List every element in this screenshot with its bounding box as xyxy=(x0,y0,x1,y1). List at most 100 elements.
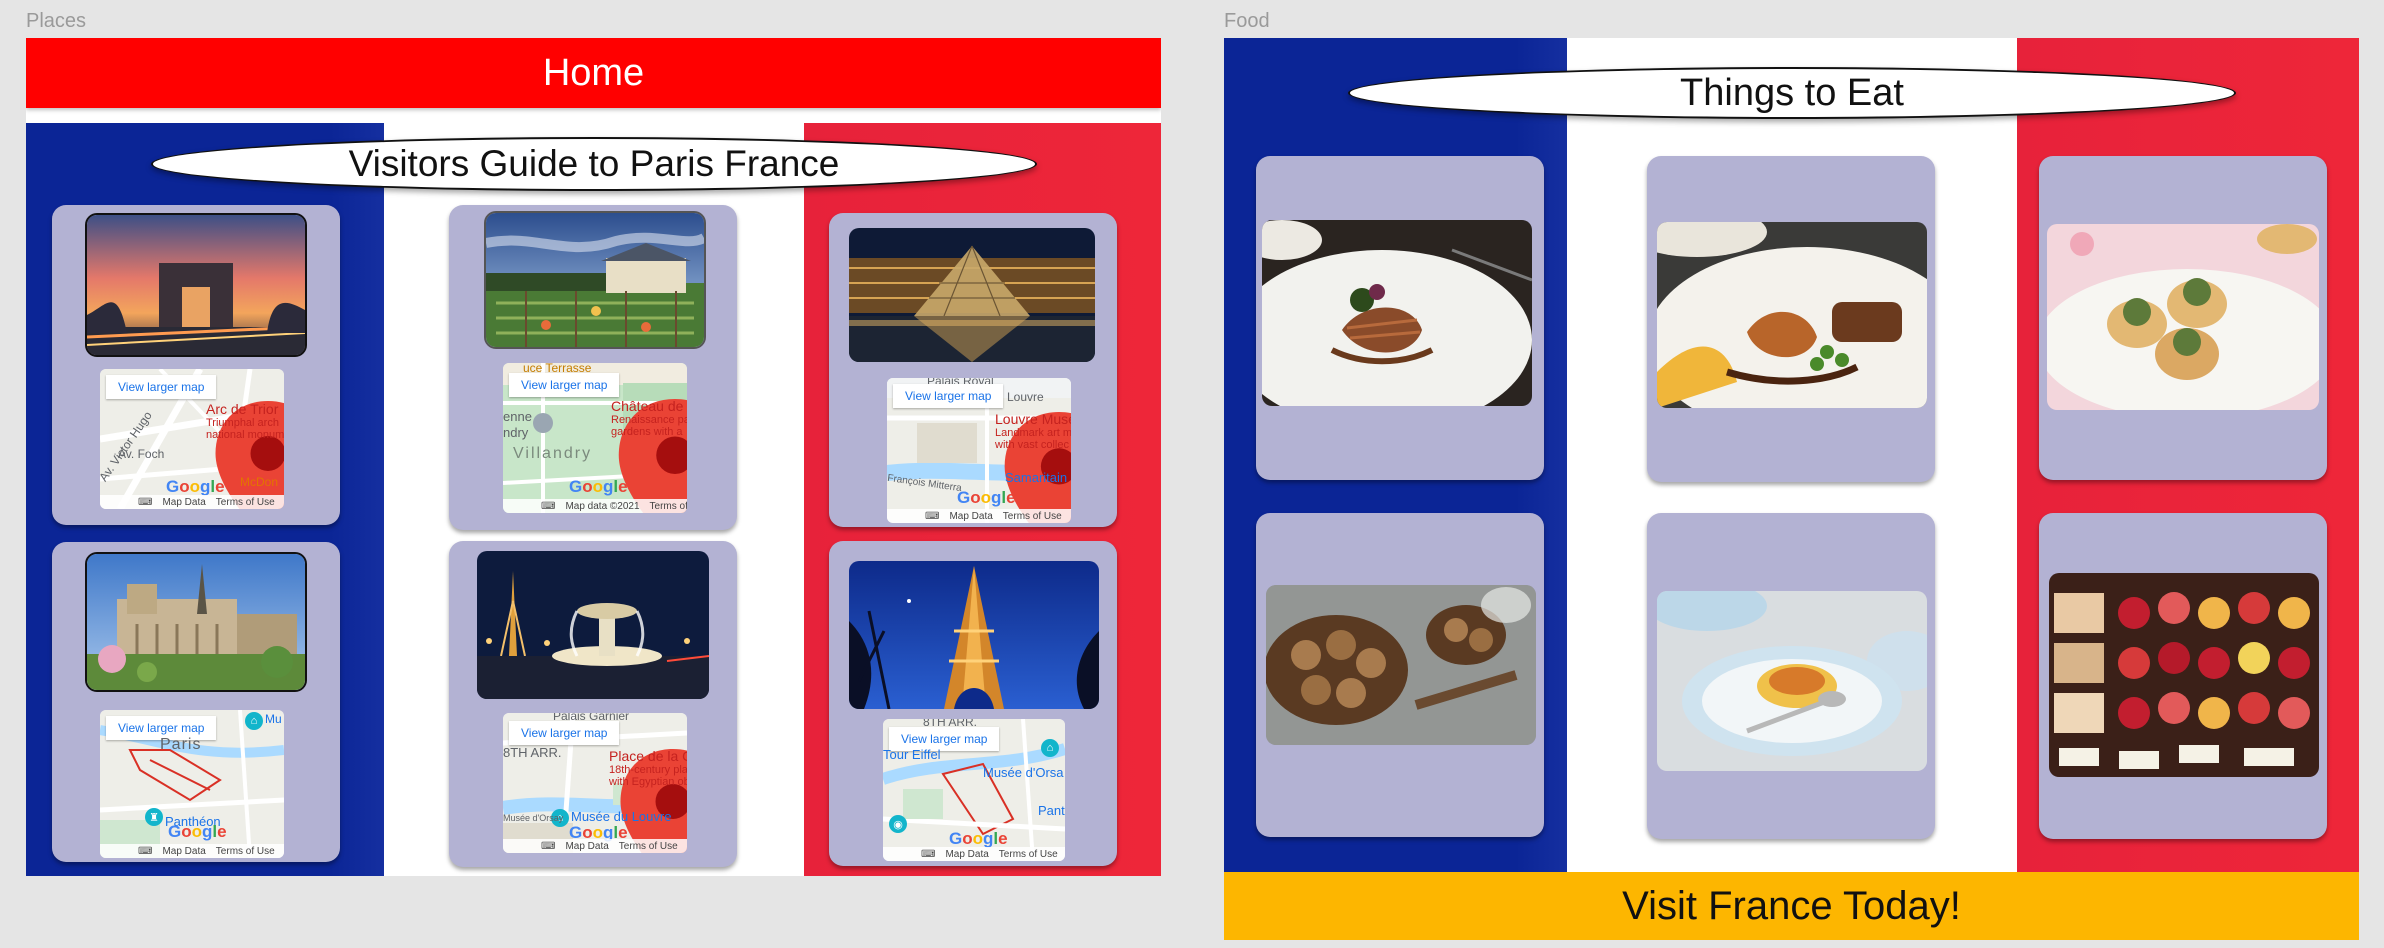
landmark-icon: ♜ xyxy=(145,808,163,826)
food-card-duck[interactable] xyxy=(1256,156,1544,480)
map-street-label: u Louvre xyxy=(997,390,1044,404)
map-street-label: Musée d'Orsa xyxy=(983,765,1064,780)
notre-dame-photo xyxy=(85,552,307,692)
map-embed-concorde[interactable]: Palais Garnier View larger map 8TH ARR. … xyxy=(503,713,687,853)
arc-de-triomphe-photo xyxy=(85,213,307,357)
camera-icon: ◉ xyxy=(889,815,907,833)
keyboard-icon[interactable]: ⌨ xyxy=(925,511,939,522)
food-frame: Things to Eat Visit France Today! xyxy=(1224,38,2359,940)
visit-france-banner[interactable]: Visit France Today! xyxy=(1224,872,2359,940)
map-place-desc: with Egyptian ob xyxy=(609,776,687,788)
place-card-concorde[interactable]: Palais Garnier View larger map 8TH ARR. … xyxy=(449,541,737,867)
map-street-label: Paris xyxy=(160,736,202,753)
map-footer: ⌨ Map Data Terms of Use xyxy=(887,509,1071,523)
map-place-name: Louvre Muse xyxy=(995,411,1071,427)
place-de-la-concorde-photo xyxy=(477,551,709,699)
map-street-label: McDon xyxy=(240,475,279,489)
map-street-label: Pant xyxy=(1038,803,1065,818)
louvre-pyramid-photo xyxy=(849,228,1095,362)
view-larger-map-link[interactable]: View larger map xyxy=(509,721,620,745)
place-card-eiffel[interactable]: 8TH ARR. View larger map ⌂ Tour Eiffel M… xyxy=(829,541,1117,866)
map-place-desc: with vast collec xyxy=(995,439,1069,451)
place-card-arc[interactable]: View larger map Arc de Trior Triumphal a… xyxy=(52,205,340,525)
pastries-photo xyxy=(2049,573,2319,777)
vol-au-vent-photo xyxy=(2047,224,2319,410)
map-street-label: Samaritain xyxy=(1005,470,1068,485)
map-street-label: Musée du Louvre xyxy=(571,809,672,824)
map-place-desc: Landmark art m xyxy=(995,427,1071,439)
map-embed-chateau[interactable]: uce Terrasse View larger map Château de … xyxy=(503,363,687,513)
map-embed-louvre[interactable]: Palais Royal u Louvre View larger map Lo… xyxy=(887,378,1071,523)
food-title-text: Things to Eat xyxy=(1680,71,1904,114)
map-street-label: Mu xyxy=(265,712,282,726)
view-larger-map-link[interactable]: View larger map xyxy=(509,373,620,397)
map-embed-arc[interactable]: View larger map Arc de Trior Triumphal a… xyxy=(100,369,284,509)
view-larger-map-link[interactable]: View larger map xyxy=(106,375,217,399)
terms-link[interactable]: Terms of Use xyxy=(1003,511,1062,522)
terms-link[interactable]: Terms of Use xyxy=(216,497,275,508)
chateau-de-villandry-photo xyxy=(484,211,706,349)
map-footer: ⌨ Map Data Terms of Use xyxy=(100,844,284,858)
map-place-desc: gardens with a xyxy=(611,426,683,438)
map-footer: ⌨ Map Data Terms of Use xyxy=(100,495,284,509)
food-card-sweetbreads[interactable] xyxy=(1647,156,1935,482)
google-logo: Google xyxy=(166,477,225,496)
places-frame-label: Places xyxy=(26,10,87,32)
google-logo: Google xyxy=(949,829,1008,848)
map-street-label: 8TH ARR. xyxy=(503,745,562,760)
page-title: Visitors Guide to Paris France xyxy=(151,137,1037,191)
page-title-text: Visitors Guide to Paris France xyxy=(348,143,840,184)
creme-caramel-photo xyxy=(1657,591,1927,771)
keyboard-icon[interactable]: ⌨ xyxy=(541,841,555,852)
map-street-label: Musée d'Orsay xyxy=(503,813,564,823)
terms-link[interactable]: Terms of Use xyxy=(619,841,678,852)
map-footer: ⌨ Map Data Terms of Use xyxy=(883,847,1065,861)
duck-breast-photo xyxy=(1262,220,1532,406)
map-place-desc: Renaissance pa xyxy=(611,414,687,426)
food-card-pastries[interactable] xyxy=(2039,513,2327,839)
map-data-link[interactable]: Map data ©2021 xyxy=(565,501,639,512)
place-card-chateau[interactable]: uce Terrasse View larger map Château de … xyxy=(449,205,737,530)
place-card-notre-dame[interactable]: View larger map ⌂ Mu Paris ♜ Panthéon Go… xyxy=(52,542,340,862)
map-embed-notre-dame[interactable]: View larger map ⌂ Mu Paris ♜ Panthéon Go… xyxy=(100,710,284,858)
escargots-photo xyxy=(1266,585,1536,745)
map-street-label: enne xyxy=(503,409,532,424)
google-logo: Google xyxy=(168,822,227,841)
food-card-vol-au-vent[interactable] xyxy=(2039,156,2327,480)
eiffel-tower-photo xyxy=(849,561,1099,709)
places-frame: Home Visitors Guide to Paris France View… xyxy=(26,38,1161,876)
map-data-link[interactable]: Map Data xyxy=(162,497,205,508)
map-street-label: Tour Eiffel xyxy=(883,747,941,762)
keyboard-icon[interactable]: ⌨ xyxy=(921,849,935,860)
map-data-link[interactable]: Map Data xyxy=(949,511,992,522)
terms-link[interactable]: Terms of Use xyxy=(216,846,275,857)
home-header[interactable]: Home xyxy=(26,38,1161,108)
terms-link[interactable]: Terms of Use xyxy=(650,501,687,512)
map-street-label: ndry xyxy=(503,425,529,440)
place-card-louvre[interactable]: Palais Royal u Louvre View larger map Lo… xyxy=(829,213,1117,527)
food-frame-label: Food xyxy=(1224,10,1270,32)
map-data-link[interactable]: Map Data xyxy=(945,849,988,860)
keyboard-icon[interactable]: ⌨ xyxy=(138,846,152,857)
food-title: Things to Eat xyxy=(1348,67,2236,119)
map-footer: ⌨ Map Data Terms of Use xyxy=(503,839,687,853)
map-place-name: Arc de Trior xyxy=(206,401,279,417)
map-place-desc: national monum xyxy=(206,429,284,441)
map-place-desc: Triumphal arch xyxy=(206,417,279,429)
map-data-link[interactable]: Map Data xyxy=(162,846,205,857)
keyboard-icon[interactable]: ⌨ xyxy=(138,497,152,508)
view-larger-map-link[interactable]: View larger map xyxy=(893,384,1004,408)
map-place-name: Place de la C xyxy=(609,748,687,764)
museum-icon: ⌂ xyxy=(1041,739,1059,757)
food-card-escargots[interactable] xyxy=(1256,513,1544,837)
food-card-creme-caramel[interactable] xyxy=(1647,513,1935,839)
map-place-desc: 18th-century pla xyxy=(609,764,687,776)
google-logo: Google xyxy=(569,477,628,496)
map-footer: ⌨ Map data ©2021 Terms of Use xyxy=(503,499,687,513)
google-logo: Google xyxy=(957,488,1016,507)
map-data-link[interactable]: Map Data xyxy=(565,841,608,852)
map-street-label: Villandry xyxy=(513,445,593,462)
keyboard-icon[interactable]: ⌨ xyxy=(541,501,555,512)
map-embed-eiffel[interactable]: 8TH ARR. View larger map ⌂ Tour Eiffel M… xyxy=(883,719,1065,861)
terms-link[interactable]: Terms of Use xyxy=(999,849,1058,860)
